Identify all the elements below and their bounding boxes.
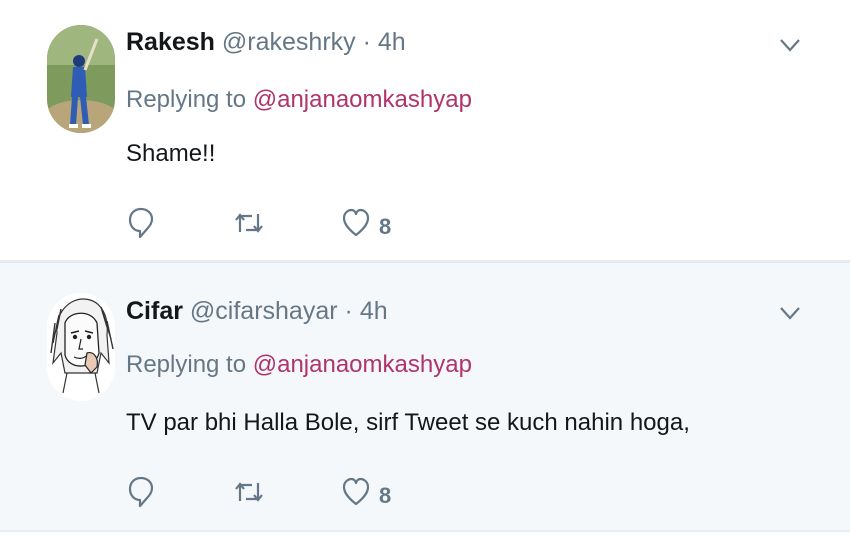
tweet-text: Shame!! [126, 140, 216, 167]
replying-to: Replying to @anjanaomkashyap [126, 351, 472, 379]
like-icon[interactable] [342, 206, 370, 240]
display-name[interactable]: Rakesh [126, 28, 215, 56]
tweet-actions: 8 [126, 206, 426, 240]
timestamp[interactable]: 4h [378, 28, 406, 56]
mention-link[interactable]: @anjanaomkashyap [253, 351, 472, 378]
replying-to-label: Replying to [126, 86, 247, 113]
avatar[interactable] [47, 293, 115, 401]
like-count: 8 [379, 483, 392, 508]
like-count: 8 [379, 214, 392, 239]
tweet-text: TV par bhi Halla Bole, sirf Tweet se kuc… [126, 409, 690, 436]
tweet-actions: 8 [126, 475, 426, 509]
tweet-header: Cifar @cifarshayar · 4h [126, 297, 388, 326]
separator-dot: · [362, 28, 371, 56]
chevron-down-icon[interactable] [778, 36, 802, 54]
cricketer-avatar-image [47, 25, 115, 133]
mention-link[interactable]: @anjanaomkashyap [253, 86, 472, 113]
user-handle[interactable]: @rakeshrky [222, 28, 356, 56]
display-name[interactable]: Cifar [126, 297, 183, 325]
tweet-card[interactable]: Rakesh @rakeshrky · 4h Replying to @anja… [0, 0, 850, 262]
reply-icon[interactable] [128, 206, 154, 240]
separator-dot: · [344, 297, 353, 325]
reply-icon[interactable] [128, 475, 154, 509]
retweet-icon[interactable] [234, 475, 264, 509]
tweet-header: Rakesh @rakeshrky · 4h [126, 28, 406, 57]
chevron-down-icon[interactable] [778, 304, 802, 322]
tweet-card[interactable]: Cifar @cifarshayar · 4h Replying to @anj… [0, 262, 850, 532]
retweet-icon[interactable] [234, 206, 264, 240]
sketch-portrait-avatar-image [47, 293, 115, 401]
replying-to-label: Replying to [126, 351, 247, 378]
avatar[interactable] [47, 25, 115, 133]
replying-to: Replying to @anjanaomkashyap [126, 86, 472, 114]
user-handle[interactable]: @cifarshayar [190, 297, 338, 325]
timestamp[interactable]: 4h [360, 297, 388, 325]
like-icon[interactable] [342, 475, 370, 509]
